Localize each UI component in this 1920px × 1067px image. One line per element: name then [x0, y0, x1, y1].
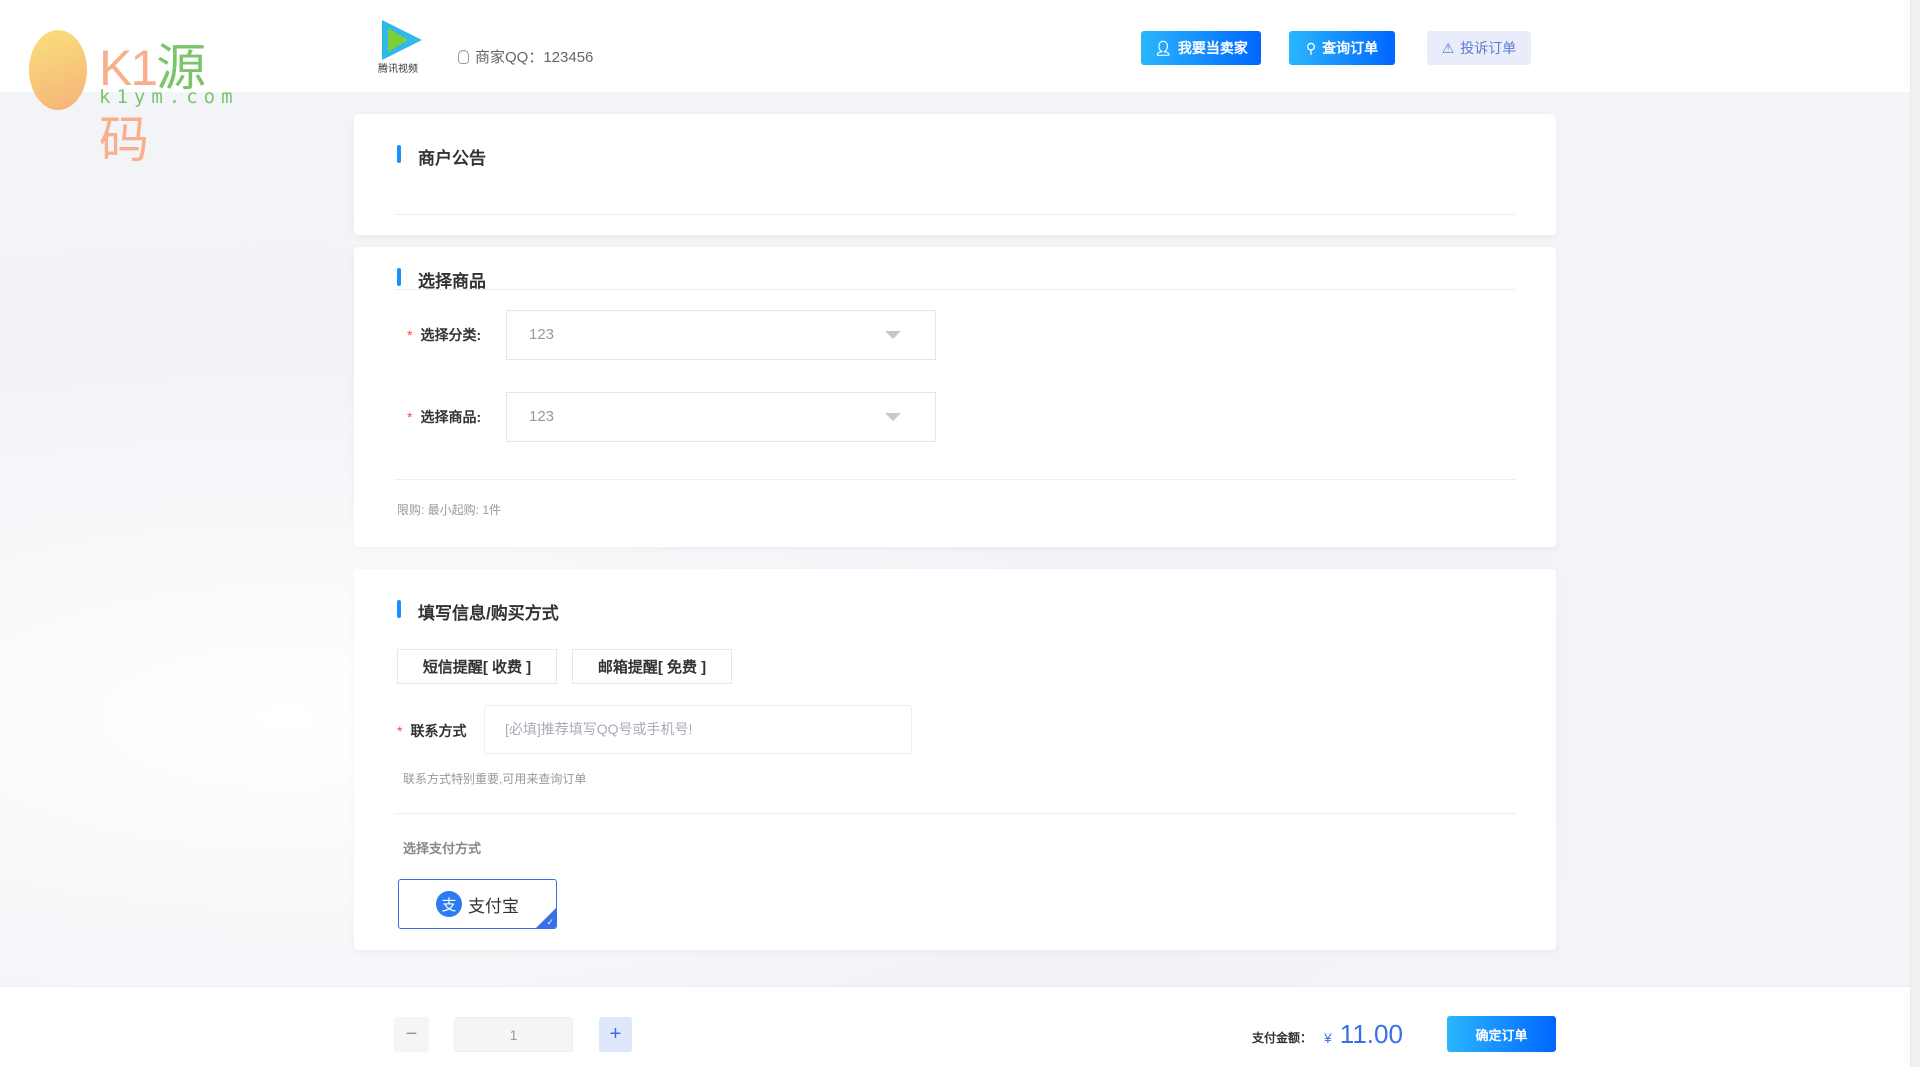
- purchase-limit: 限购: 最小起购: 1件: [397, 503, 502, 517]
- button-label: 我要当卖家: [1177, 40, 1248, 56]
- label-text: 选择分类:: [420, 327, 482, 343]
- divider: [394, 289, 1516, 290]
- divider: [394, 479, 1516, 480]
- search-icon: ⚲: [1305, 39, 1317, 56]
- qq-icon: [458, 49, 469, 64]
- amount: ¥ 11.00: [1324, 1019, 1403, 1050]
- query-order-button[interactable]: ⚲ 查询订单: [1289, 31, 1395, 65]
- header: K1源码 k1ym.com 腾讯视频 商家QQ：123456 👤︎ 我要当卖家 ⚲…: [0, 0, 1910, 168]
- complaint-order-button[interactable]: ⚠ 投诉订单: [1427, 31, 1531, 65]
- merchant-qq-text: 商家QQ：123456: [475, 49, 594, 66]
- divider: [394, 214, 1516, 215]
- merchant-logo: 腾讯视频: [378, 20, 426, 76]
- payment-option-label: 支付宝: [468, 896, 519, 916]
- product-label: * 选择商品:: [407, 409, 482, 425]
- product-card: 选择商品 * 选择分类: 123 * 选择商品: 123 限购: 最小起购: 1件: [354, 247, 1556, 547]
- play-inner-icon: [388, 28, 408, 52]
- amount-label: 支付金额：: [1252, 1031, 1313, 1045]
- section-title: 商户公告: [397, 144, 486, 169]
- warning-icon: ⚠: [1441, 39, 1455, 56]
- label-text: 联系方式: [410, 723, 467, 739]
- info-card: 填写信息/购买方式 短信提醒[ 收费 ] 邮箱提醒[ 免费 ] * 联系方式 [必…: [354, 569, 1556, 950]
- label-text: 选择商品:: [420, 409, 482, 425]
- quantity-plus-button[interactable]: +: [599, 1017, 632, 1052]
- amount-value: 11.00: [1339, 1019, 1403, 1049]
- scrollbar[interactable]: [1910, 0, 1920, 1067]
- payment-label: 选择支付方式: [403, 841, 482, 856]
- merchant-logo-text: 腾讯视频: [378, 64, 418, 75]
- select-value: 123: [529, 326, 555, 343]
- check-icon: ✓: [546, 917, 554, 927]
- currency-symbol: ¥: [1324, 1030, 1332, 1046]
- quantity-minus-button[interactable]: −: [394, 1017, 429, 1052]
- user-icon: 👤︎: [1154, 39, 1172, 56]
- chevron-down-icon: [885, 331, 901, 339]
- notice-card: 商户公告: [354, 114, 1556, 235]
- sms-notify-button[interactable]: 短信提醒[ 收费 ]: [397, 649, 557, 684]
- select-value: 123: [529, 408, 555, 425]
- site-logo[interactable]: K1源码 k1ym.com: [29, 28, 239, 168]
- quantity-input[interactable]: 1: [454, 1017, 573, 1052]
- product-select[interactable]: 123: [506, 392, 936, 442]
- payment-option-alipay[interactable]: 支 支付宝 ✓: [398, 879, 557, 929]
- contact-hint: 联系方式特别重要,可用来查询订单: [403, 772, 587, 786]
- email-notify-button[interactable]: 邮箱提醒[ 免费 ]: [572, 649, 732, 684]
- divider: [394, 813, 1516, 814]
- contact-input[interactable]: [必填]推荐填写QQ号或手机号!: [484, 705, 912, 754]
- chevron-down-icon: [885, 413, 901, 421]
- button-label: 投诉订单: [1460, 40, 1517, 56]
- button-label: 查询订单: [1322, 40, 1379, 56]
- become-seller-button[interactable]: 👤︎ 我要当卖家: [1141, 31, 1261, 65]
- logo-url: k1ym.com: [99, 86, 239, 108]
- bottom-bar: − 1 + 支付金额： ¥ 11.00 确定订单: [0, 986, 1910, 1067]
- section-title: 填写信息/购买方式: [397, 599, 559, 624]
- logo-mark: [29, 30, 87, 110]
- category-select[interactable]: 123: [506, 310, 936, 360]
- merchant-qq: 商家QQ：123456: [458, 46, 593, 67]
- contact-label: * 联系方式: [397, 723, 467, 739]
- confirm-order-button[interactable]: 确定订单: [1447, 1016, 1556, 1052]
- category-label: * 选择分类:: [407, 327, 482, 343]
- alipay-icon: 支: [436, 891, 462, 917]
